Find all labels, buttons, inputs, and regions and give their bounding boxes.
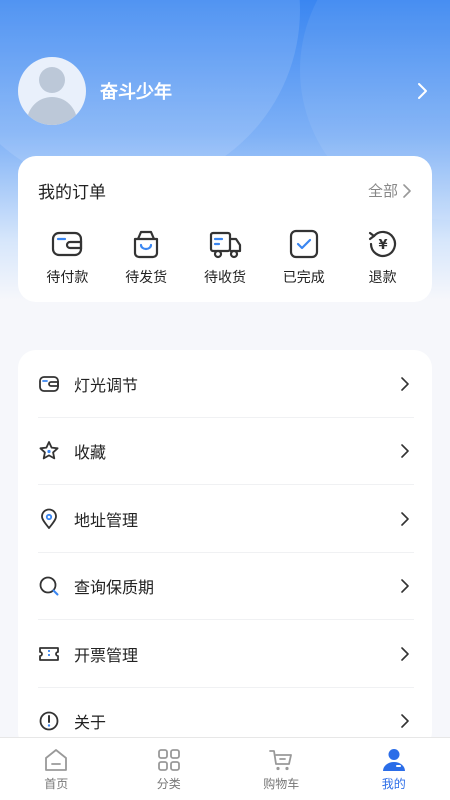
order-status-completed[interactable]: 已完成 [264, 227, 343, 287]
tab-home[interactable]: 首页 [0, 738, 113, 800]
location-pin-icon [41, 508, 57, 529]
wallet-icon [52, 231, 83, 257]
order-status-refund[interactable]: ¥ 退款 [343, 227, 422, 287]
refund-yen-icon: ¥ [368, 230, 396, 258]
chevron-right-icon [401, 376, 409, 391]
shopping-bag-icon [134, 230, 159, 259]
chevron-right-icon [401, 646, 409, 661]
svg-text:¥: ¥ [378, 238, 387, 253]
bottom-tab-bar: 首页 分类 购物车 我的 [0, 737, 450, 800]
menu-item-lighting[interactable]: 灯光调节 [18, 350, 432, 418]
menu-item-label: 关于 [74, 713, 107, 733]
menu-item-label: 地址管理 [74, 510, 139, 530]
tab-label: 首页 [44, 777, 69, 791]
order-status-label: 待付款 [46, 270, 89, 286]
order-status-pending-shipment[interactable]: 待发货 [107, 227, 186, 287]
username: 奋斗少年 [100, 82, 172, 103]
home-icon [45, 749, 68, 771]
chevron-right-icon [403, 183, 411, 198]
settings-menu: 灯光调节 收藏 地址管理 查询保质期 开票管理 关于 [18, 350, 432, 750]
my-orders-card: 我的订单 全部 待付款 待发货 待收货 已完成 ¥ 退款 [18, 156, 432, 302]
menu-item-label: 收藏 [74, 443, 107, 463]
order-status-pending-payment[interactable]: 待付款 [28, 227, 107, 287]
user-icon [382, 749, 405, 771]
tab-cart[interactable]: 购物车 [225, 738, 338, 800]
check-box-icon [289, 229, 318, 259]
ticket-icon [39, 646, 59, 661]
chevron-right-icon [401, 511, 409, 526]
wallet-icon [39, 375, 59, 392]
tab-label: 分类 [156, 777, 181, 791]
menu-item-label: 查询保质期 [74, 578, 155, 598]
delivery-truck-icon [209, 231, 242, 259]
order-status-pending-receipt[interactable]: 待收货 [186, 227, 265, 287]
tab-label: 我的 [381, 777, 406, 791]
chevron-right-icon [401, 444, 409, 459]
menu-item-address[interactable]: 地址管理 [18, 485, 432, 553]
orders-title: 我的订单 [38, 183, 106, 203]
chevron-right-icon [401, 579, 409, 594]
order-status-label: 已完成 [282, 270, 325, 286]
star-icon [39, 441, 59, 460]
order-status-label: 待发货 [125, 270, 168, 286]
menu-item-label: 开票管理 [74, 645, 139, 665]
view-all-label: 全部 [367, 182, 398, 200]
info-icon [39, 711, 59, 731]
menu-item-favorites[interactable]: 收藏 [18, 418, 432, 486]
menu-item-invoice[interactable]: 开票管理 [18, 620, 432, 688]
search-icon [39, 576, 59, 596]
tab-mine[interactable]: 我的 [338, 738, 450, 800]
tab-category[interactable]: 分类 [113, 738, 226, 800]
order-status-label: 待收货 [203, 270, 246, 286]
chevron-right-icon[interactable] [412, 81, 432, 101]
profile-row[interactable]: 奋斗少年 [18, 56, 432, 126]
order-status-label: 退款 [368, 270, 397, 286]
avatar-body [27, 97, 77, 125]
view-all-orders-link[interactable]: 全部 [368, 180, 412, 201]
grid-icon [157, 749, 180, 771]
avatar-head [39, 67, 65, 93]
tab-label: 购物车 [263, 777, 300, 791]
menu-item-label: 灯光调节 [74, 375, 139, 395]
menu-item-shelf-life[interactable]: 查询保质期 [18, 553, 432, 621]
cart-icon [269, 750, 293, 771]
chevron-right-icon [401, 714, 409, 729]
avatar[interactable] [18, 57, 86, 125]
